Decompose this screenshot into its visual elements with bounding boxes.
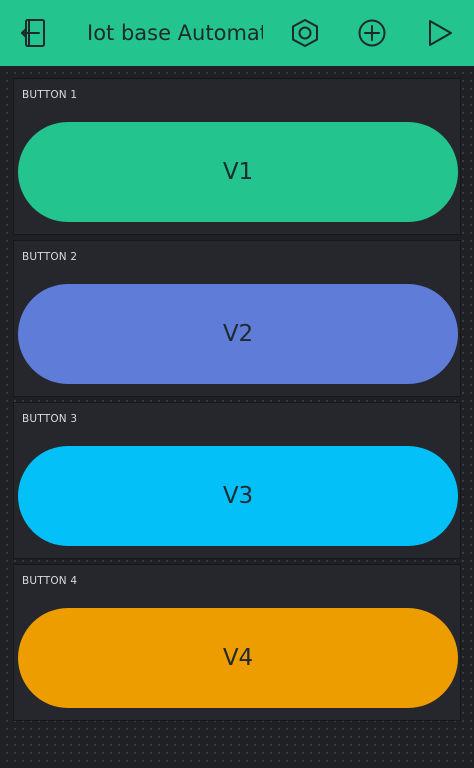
- widget-label: BUTTON 2: [22, 251, 78, 263]
- hexagon-settings-icon[interactable]: [286, 14, 324, 52]
- widget-label: BUTTON 3: [22, 413, 78, 425]
- virtual-pin-button-v1[interactable]: V1: [18, 122, 458, 222]
- button-widget-4[interactable]: BUTTON 4 V4: [13, 564, 461, 721]
- button-widget-1[interactable]: BUTTON 1 V1: [13, 78, 461, 235]
- button-widget-3[interactable]: BUTTON 3 V3: [13, 402, 461, 559]
- dashboard-canvas: BUTTON 1 V1 BUTTON 2 V2 BUTTON 3 V3 BUTT…: [0, 66, 474, 768]
- virtual-pin-button-v4[interactable]: V4: [18, 608, 458, 708]
- virtual-pin-button-v3[interactable]: V3: [18, 446, 458, 546]
- app-screen: Iot base Automatic BUTTON 1 V1 BUTTON: [0, 0, 474, 768]
- top-app-bar: Iot base Automatic: [0, 0, 474, 66]
- exit-project-icon[interactable]: [15, 14, 53, 52]
- virtual-pin-button-v2[interactable]: V2: [18, 284, 458, 384]
- widget-label: BUTTON 1: [22, 89, 78, 101]
- project-title: Iot base Automatic: [87, 21, 263, 45]
- widget-label: BUTTON 4: [22, 575, 78, 587]
- button-widget-2[interactable]: BUTTON 2 V2: [13, 240, 461, 397]
- add-widget-icon[interactable]: [353, 14, 391, 52]
- play-icon[interactable]: [420, 14, 458, 52]
